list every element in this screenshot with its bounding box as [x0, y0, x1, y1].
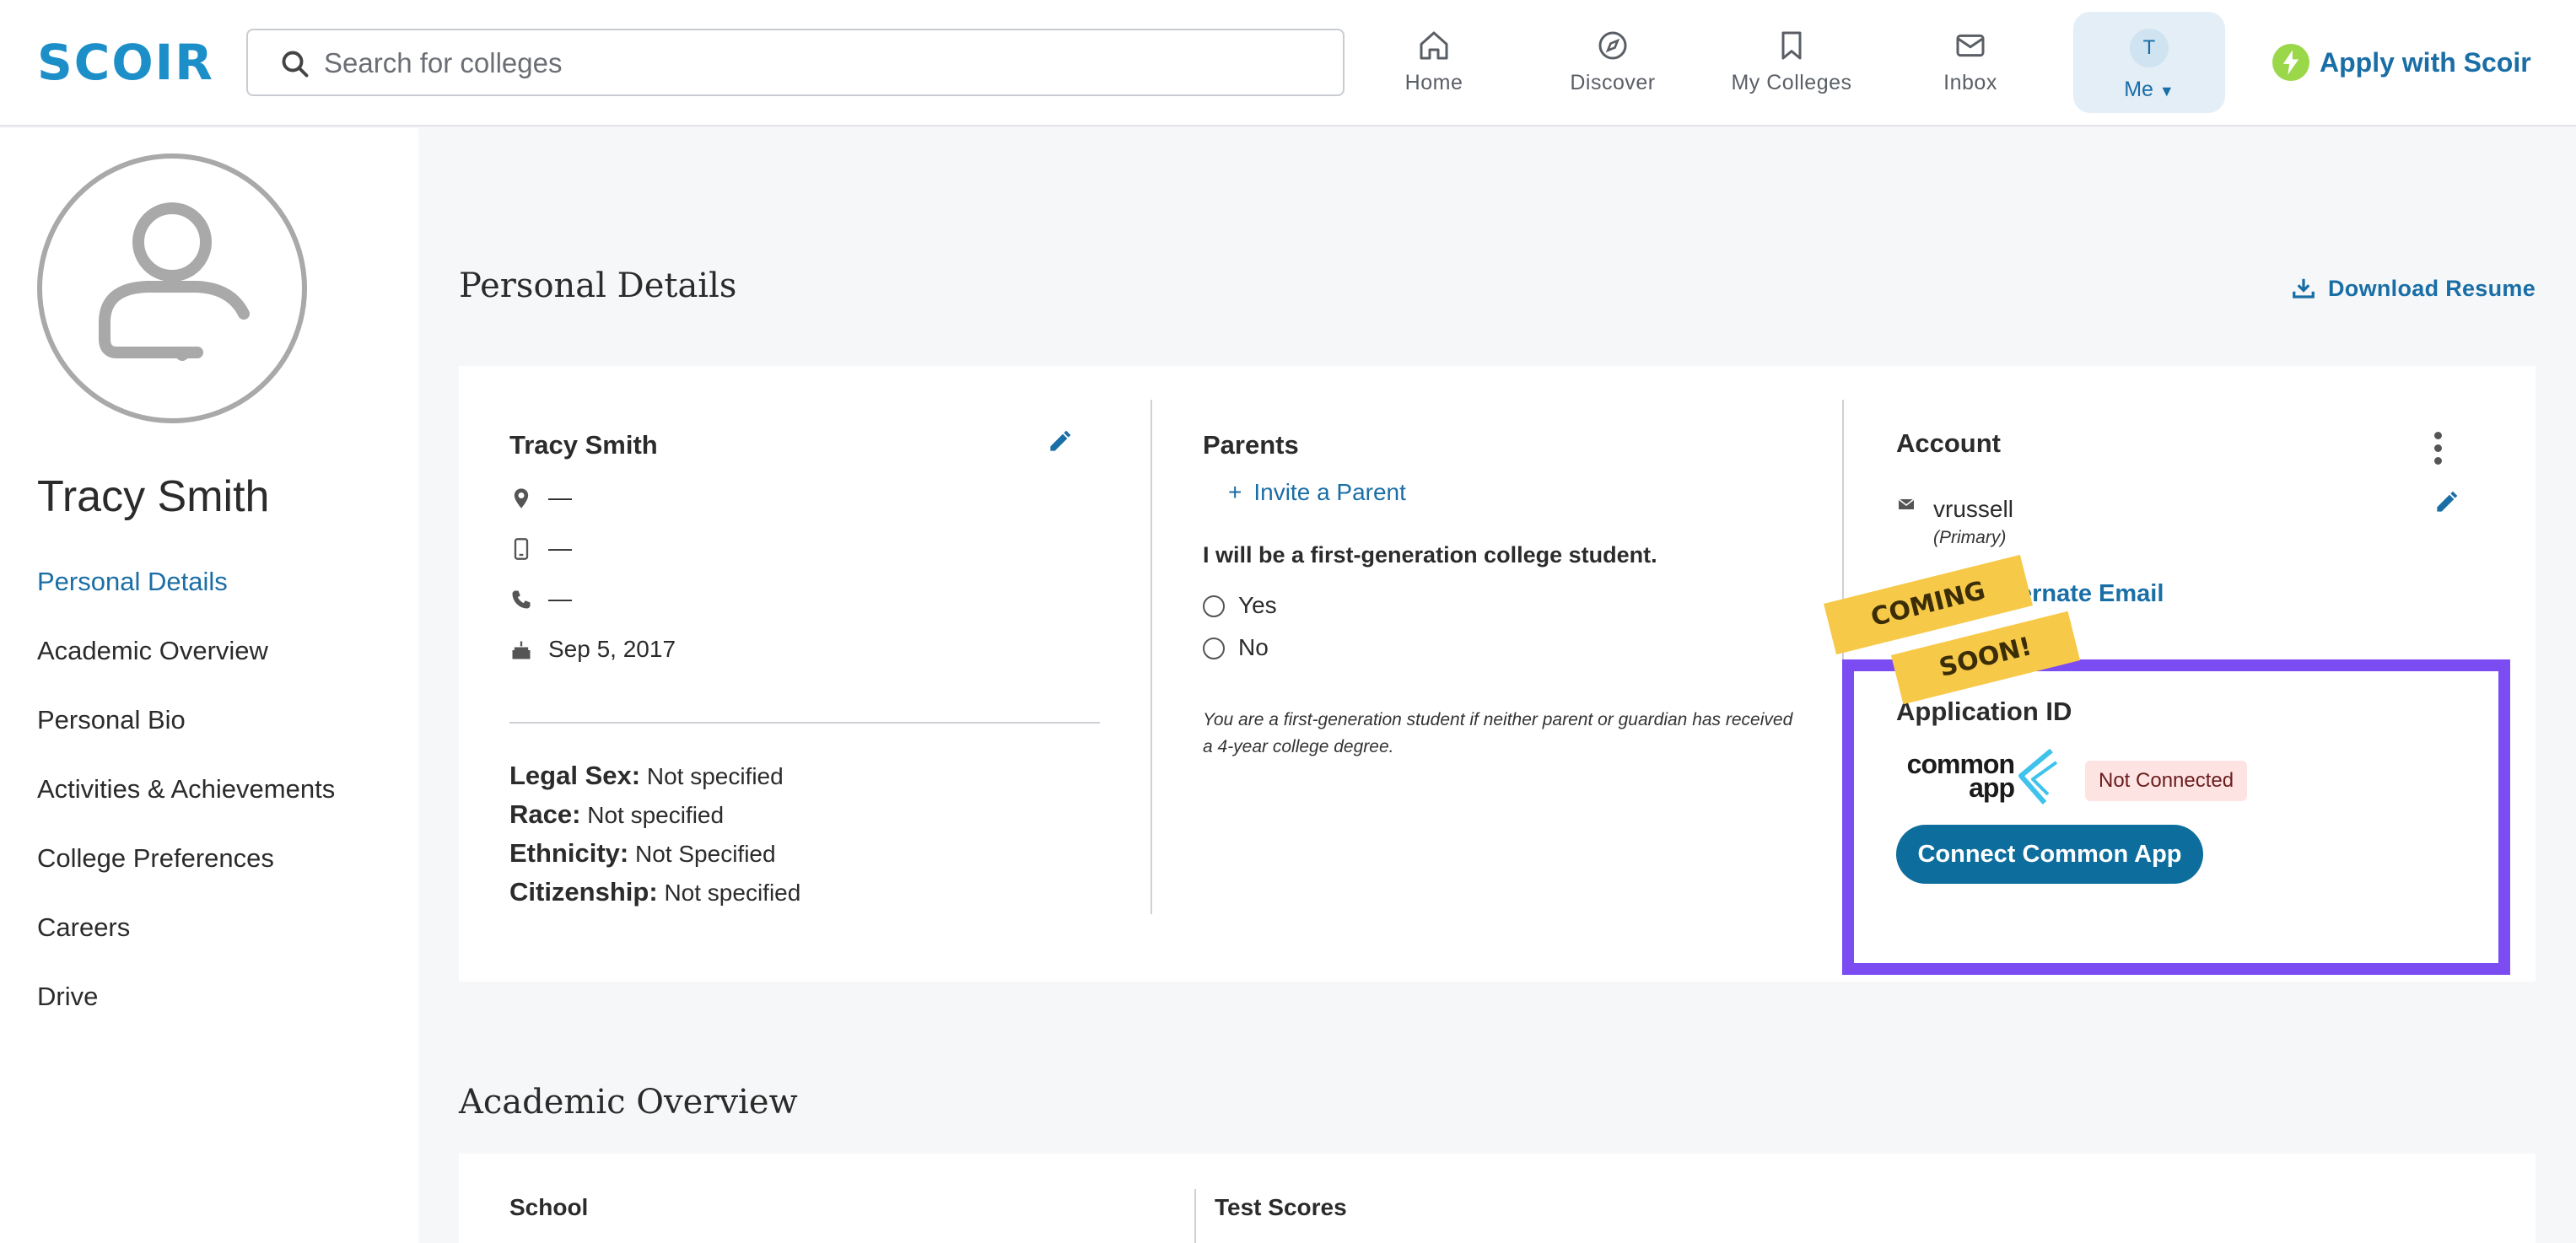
common-app-mark-icon [2018, 748, 2058, 804]
legal-sex-row: Legal Sex: Not specified [509, 759, 784, 794]
more-options-icon[interactable] [2434, 432, 2444, 470]
nav-inbox-label: Inbox [1943, 71, 1997, 94]
mobile-row: — [509, 531, 572, 565]
parents-heading: Parents [1203, 430, 1299, 460]
pencil-edit-icon[interactable] [1046, 428, 1073, 455]
mail-icon [1956, 34, 1985, 57]
profile-divider [509, 722, 1100, 724]
race-row: Race: Not specified [509, 798, 724, 832]
nav-home[interactable]: Home [1350, 17, 1518, 111]
academic-overview-heading: Academic Overview [459, 1083, 798, 1122]
radio-circle[interactable] [1203, 595, 1225, 617]
download-resume-label: Download Resume [2328, 276, 2536, 301]
not-connected-badge: Not Connected [2085, 761, 2248, 801]
location-value: — [548, 484, 572, 510]
application-id-heading: Application ID [1896, 697, 2072, 726]
phone-value: — [548, 585, 572, 611]
me-label-text: Me [2124, 78, 2153, 101]
pencil-edit-icon[interactable] [2433, 489, 2460, 516]
download-resume-button[interactable]: Download Resume [2291, 272, 2536, 305]
mobile-phone-icon [514, 538, 529, 560]
race-value: Not specified [587, 802, 725, 828]
radio-yes-label: Yes [1238, 592, 1277, 618]
citizenship-row: Citizenship: Not specified [509, 875, 800, 910]
column-divider [1151, 400, 1152, 914]
personal-details-heading: Personal Details [459, 266, 737, 305]
plus-icon: + [1228, 479, 1242, 505]
ethnicity-label: Ethnicity: [509, 838, 629, 868]
account-heading: Account [1896, 428, 2001, 458]
legal-sex-label: Legal Sex: [509, 761, 641, 790]
sidebar-item-careers[interactable]: Careers [37, 909, 335, 978]
school-column-header: School [509, 1194, 589, 1220]
citizenship-label: Citizenship: [509, 877, 658, 907]
search-box[interactable] [246, 29, 1345, 96]
phone-row: — [509, 582, 572, 616]
sidebar-item-personal-bio[interactable]: Personal Bio [37, 702, 335, 771]
profile-sidebar: Tracy Smith Personal Details Academic Ov… [0, 128, 418, 1243]
search-icon [282, 51, 309, 78]
me-avatar: T [2130, 29, 2169, 67]
citizenship-value: Not specified [664, 880, 801, 906]
scoir-logo[interactable]: SCOIR [37, 35, 214, 89]
birthday-cake-icon [512, 641, 531, 659]
radio-yes[interactable]: Yes [1203, 589, 1277, 622]
phone-icon [512, 590, 531, 609]
invite-parent-label: Invite a Parent [1253, 479, 1406, 505]
location-row: — [509, 481, 572, 514]
mobile-value: — [548, 535, 572, 561]
sidebar-item-drive[interactable]: Drive [37, 978, 335, 1047]
profile-name: Tracy Smith [509, 430, 658, 460]
common-app-logo-line2: app [1969, 772, 2015, 803]
email-value: vrussell [1933, 496, 2013, 522]
user-name: Tracy Smith [37, 472, 270, 521]
sidebar-item-activities-achievements[interactable]: Activities & Achievements [37, 771, 335, 840]
ethnicity-value: Not Specified [635, 841, 776, 867]
top-navigation-bar: SCOIR Home Discover My Colleges Inbox T … [0, 0, 2576, 126]
apply-label: Apply with Scoir [2320, 47, 2531, 78]
invite-parent-link[interactable]: + Invite a Parent [1228, 476, 1406, 509]
compass-icon [1598, 31, 1627, 60]
home-icon [1420, 31, 1448, 60]
lightning-bolt-icon [2272, 44, 2309, 81]
radio-circle[interactable] [1203, 638, 1225, 659]
search-input[interactable] [324, 42, 1319, 84]
radio-no[interactable]: No [1203, 631, 1269, 665]
sidebar-nav: Personal Details Academic Overview Perso… [37, 563, 335, 1047]
nav-inbox[interactable]: Inbox [1886, 17, 2055, 111]
nav-discover[interactable]: Discover [1528, 17, 1697, 111]
race-label: Race: [509, 799, 581, 829]
location-pin-icon [514, 488, 529, 508]
nav-my-colleges-label: My Colleges [1731, 71, 1852, 94]
download-icon [2293, 278, 2315, 299]
sidebar-item-college-preferences[interactable]: College Preferences [37, 840, 335, 909]
nav-home-label: Home [1404, 71, 1463, 94]
sidebar-item-personal-details[interactable]: Personal Details [37, 563, 335, 632]
me-label: Me ▼ [2073, 78, 2225, 102]
nav-discover-label: Discover [1570, 71, 1656, 94]
birthday-row: Sep 5, 2017 [509, 632, 676, 666]
ethnicity-row: Ethnicity: Not Specified [509, 837, 776, 871]
connect-common-app-button[interactable]: Connect Common App [1896, 825, 2203, 884]
bookmark-icon [1781, 31, 1802, 60]
nav-my-colleges[interactable]: My Colleges [1707, 17, 1876, 111]
sidebar-item-academic-overview[interactable]: Academic Overview [37, 632, 335, 702]
academic-overview-card: School Test Scores [459, 1154, 2536, 1243]
first-gen-note: You are a first-generation student if ne… [1203, 710, 1793, 756]
first-gen-question: I will be a first-generation college stu… [1203, 542, 1657, 568]
legal-sex-value: Not specified [646, 763, 784, 789]
column-divider [1194, 1189, 1196, 1243]
personal-details-card: Tracy Smith — — — Sep 5, 2017 Legal Sex:… [459, 366, 2536, 982]
primary-email-tag: (Primary) [1933, 528, 2007, 547]
user-avatar-icon[interactable] [37, 153, 307, 423]
caret-down-icon: ▼ [2158, 83, 2175, 100]
nav-me-menu[interactable]: T Me ▼ [2073, 12, 2225, 113]
envelope-icon [1898, 498, 1915, 509]
test-scores-column-header: Test Scores [1215, 1194, 1347, 1220]
birthday-value: Sep 5, 2017 [548, 636, 676, 662]
apply-with-scoir-button[interactable]: Apply with Scoir [2272, 44, 2531, 81]
radio-no-label: No [1238, 634, 1269, 660]
